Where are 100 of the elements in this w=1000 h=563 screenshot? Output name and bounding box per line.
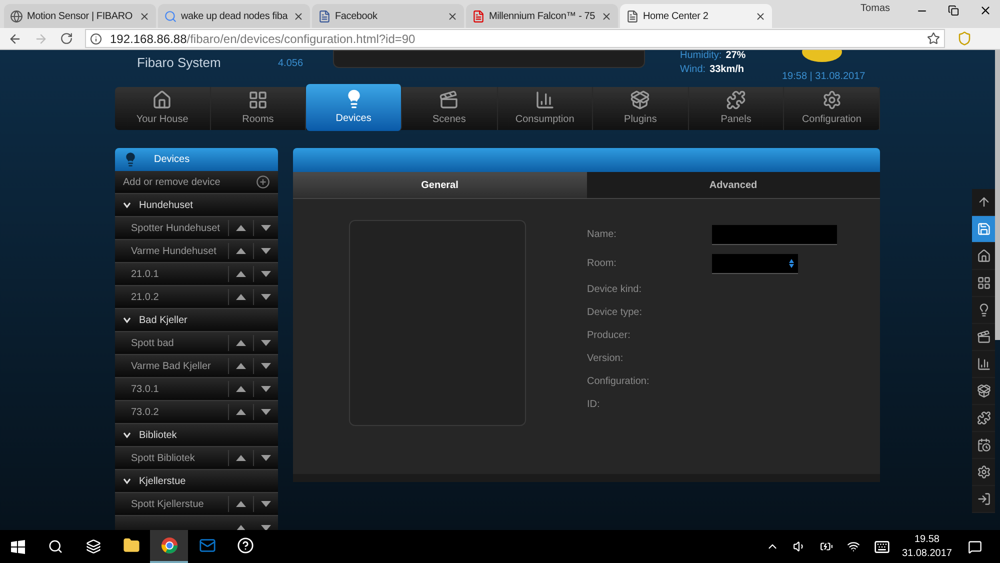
field-label: Device type: xyxy=(587,306,644,320)
device-name: Spott bad xyxy=(130,336,175,350)
star-icon[interactable] xyxy=(927,32,940,45)
toolbar-button[interactable] xyxy=(972,405,995,432)
arrow-up-icon[interactable] xyxy=(236,340,246,346)
device-name: Varme Hundehuset xyxy=(130,244,218,258)
device-row[interactable]: Spott Kjellerstue xyxy=(115,493,278,516)
arrow-up-icon[interactable] xyxy=(236,294,246,300)
panel-tab[interactable]: Advanced xyxy=(586,172,880,198)
device-row[interactable]: 73.0.1 xyxy=(115,378,278,401)
arrow-up-icon[interactable] xyxy=(236,386,246,392)
reload-icon[interactable] xyxy=(60,32,73,45)
arrow-up-icon[interactable] xyxy=(236,501,246,507)
volume-icon[interactable] xyxy=(792,540,806,553)
windows-logo-icon[interactable] xyxy=(11,540,25,554)
toolbar-button[interactable] xyxy=(972,378,995,405)
toolbar-button[interactable] xyxy=(972,459,995,486)
arrow-down-icon[interactable] xyxy=(261,501,271,507)
battery-icon[interactable] xyxy=(820,540,833,553)
notifications-icon[interactable] xyxy=(968,540,982,554)
device-row[interactable]: Spott Bibliotek xyxy=(115,447,278,470)
toolbar-button[interactable] xyxy=(972,243,995,270)
browser-tab[interactable]: Home Center 2 xyxy=(620,4,772,28)
add-device-label: Add or remove device xyxy=(123,176,220,190)
device-row[interactable]: 73.0.2 xyxy=(115,401,278,424)
arrow-down-icon[interactable] xyxy=(261,409,271,415)
close-icon[interactable] xyxy=(447,10,458,22)
name-field[interactable] xyxy=(712,224,837,244)
device-row[interactable]: Spotter Hundehuset xyxy=(115,217,278,240)
room-row[interactable]: Bibliotek xyxy=(115,424,278,447)
browser-tab[interactable]: wake up dead nodes fiba xyxy=(158,4,310,28)
arrow-up-icon[interactable] xyxy=(236,248,246,254)
task-view-icon[interactable] xyxy=(86,539,100,554)
close-icon[interactable] xyxy=(293,10,304,22)
device-row[interactable]: 21.0.2 xyxy=(115,286,278,309)
arrow-down-icon[interactable] xyxy=(261,455,271,461)
restore-icon[interactable] xyxy=(948,5,959,16)
device-name: Varme Bad Kjeller xyxy=(130,360,212,374)
close-icon[interactable] xyxy=(139,10,150,22)
arrow-up-icon[interactable] xyxy=(236,455,246,461)
panel-tab[interactable]: General xyxy=(293,172,586,198)
browser-tab[interactable]: Motion Sensor | FIBARO xyxy=(4,4,156,28)
floor-plan-icon xyxy=(248,90,268,110)
info-icon xyxy=(90,32,102,44)
toolbar-button[interactable] xyxy=(972,486,995,513)
keyboard-icon[interactable] xyxy=(874,538,890,554)
arrow-up-icon[interactable] xyxy=(236,409,246,415)
search-icon[interactable] xyxy=(48,539,62,554)
back-icon[interactable] xyxy=(8,32,22,46)
arrow-down-icon[interactable] xyxy=(261,294,271,300)
add-device-row[interactable]: Add or remove device xyxy=(115,171,278,194)
browser-tab[interactable]: Millennium Falcon™ - 75 xyxy=(466,4,618,28)
toolbar-button[interactable] xyxy=(972,297,995,324)
close-icon[interactable] xyxy=(601,10,612,22)
device-row[interactable]: Spott bad xyxy=(115,332,278,355)
device-row[interactable]: Varme Hundehuset xyxy=(115,240,278,263)
address-field[interactable]: 192.168.86.88/fibaro/en/devices/configuration.html?id=90 xyxy=(85,29,945,48)
tab-title: Facebook xyxy=(335,10,378,24)
toolbar-button[interactable] xyxy=(972,189,995,216)
toolbar-button[interactable] xyxy=(972,216,995,243)
humidity-value: 27% xyxy=(726,50,746,63)
brand-text: Fibaro System xyxy=(137,54,221,72)
nav-tab[interactable]: Panels xyxy=(688,87,784,130)
save-icon xyxy=(976,222,990,236)
arrow-up-icon[interactable] xyxy=(236,363,246,369)
device-row[interactable]: 21.0.1 xyxy=(115,263,278,286)
plus-icon[interactable] xyxy=(256,175,270,189)
room-row[interactable]: Hundehuset xyxy=(115,194,278,217)
toolbar-button[interactable] xyxy=(972,270,995,297)
arrow-up-icon[interactable] xyxy=(236,225,246,231)
toolbar-button[interactable] xyxy=(972,324,995,351)
arrow-down-icon[interactable] xyxy=(261,363,271,369)
device-row[interactable]: Varme Bad Kjeller xyxy=(115,355,278,378)
taskbar-app[interactable] xyxy=(150,530,188,563)
browser-tab[interactable]: Facebook xyxy=(312,4,464,28)
nav-tab[interactable]: Your House xyxy=(115,87,211,130)
arrow-down-icon[interactable] xyxy=(260,524,270,530)
room-select[interactable] xyxy=(712,254,798,274)
close-icon[interactable] xyxy=(755,10,766,22)
arrow-down-icon[interactable] xyxy=(261,386,271,392)
arrow-down-icon[interactable] xyxy=(261,248,271,254)
arrow-down-icon[interactable] xyxy=(261,225,271,231)
room-name: Hundehuset xyxy=(139,198,193,212)
arrow-down-icon[interactable] xyxy=(261,271,271,277)
arrow-down-icon[interactable] xyxy=(261,340,271,346)
nav-tab[interactable]: Configuration xyxy=(784,87,880,130)
arrow-up-icon[interactable] xyxy=(236,271,246,277)
date-time: 19:58 | 31.08.2017 xyxy=(782,70,866,84)
close-icon[interactable] xyxy=(979,4,992,17)
nav-tab[interactable]: Consumption xyxy=(498,87,594,130)
nav-tab[interactable]: Scenes xyxy=(402,87,498,130)
nav-tab[interactable]: Plugins xyxy=(593,87,689,130)
nav-tab[interactable]: Devices xyxy=(306,84,402,131)
toolbar-button[interactable] xyxy=(972,351,995,378)
browser-icon xyxy=(160,537,178,554)
stepper-icon xyxy=(789,258,794,268)
room-row[interactable]: Kjellerstue xyxy=(115,470,278,493)
field-label: Configuration: xyxy=(587,375,650,389)
toolbar-button[interactable] xyxy=(972,432,995,459)
room-row[interactable]: Bad Kjeller xyxy=(115,309,278,332)
